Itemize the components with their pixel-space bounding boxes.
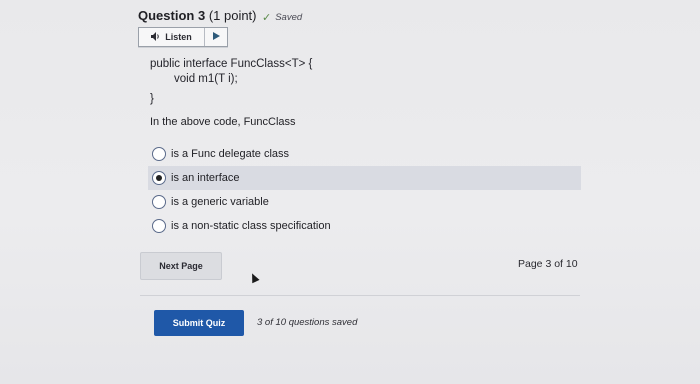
- saved-label: Saved: [275, 12, 303, 23]
- divider: [140, 295, 580, 296]
- speaker-icon: [151, 31, 161, 43]
- answer-option[interactable]: is a Func delegate class: [148, 142, 289, 166]
- option-label: is a generic variable: [171, 196, 269, 208]
- saved-count: 3 of 10 questions saved: [257, 317, 358, 328]
- radio-button[interactable]: [152, 147, 166, 161]
- question-title: Question 3: [138, 8, 206, 23]
- option-label: is an interface: [171, 172, 240, 184]
- next-page-button[interactable]: Next Page: [140, 252, 222, 280]
- code-block: public interface FuncClass<T> { void m1(…: [150, 57, 312, 107]
- radio-button[interactable]: [152, 195, 166, 209]
- code-line-1: public interface FuncClass<T> {: [150, 58, 313, 70]
- question-header: Question 3 (1 point): [138, 8, 257, 23]
- listen-control: Listen: [138, 27, 228, 47]
- check-icon: ✓: [262, 12, 272, 24]
- radio-button[interactable]: [152, 219, 166, 233]
- code-line-2: void m1(T i);: [174, 73, 238, 85]
- answer-option[interactable]: is a non-static class specification: [148, 214, 331, 238]
- listen-button[interactable]: Listen: [139, 28, 205, 46]
- saved-status: ✓ Saved: [262, 11, 302, 24]
- page-indicator: Page 3 of 10: [518, 258, 578, 270]
- radio-button-selected[interactable]: [152, 171, 166, 185]
- code-line-3: }: [150, 93, 154, 105]
- question-prompt: In the above code, FuncClass: [150, 116, 296, 128]
- option-label: is a Func delegate class: [171, 148, 290, 160]
- submit-quiz-button[interactable]: Submit Quiz: [154, 310, 244, 336]
- play-button[interactable]: [205, 28, 227, 46]
- option-label: is a non-static class specification: [171, 220, 331, 232]
- play-icon: [212, 32, 220, 42]
- mouse-cursor-icon: [248, 271, 260, 284]
- listen-label: Listen: [165, 32, 192, 42]
- answer-option[interactable]: is a generic variable: [148, 190, 269, 214]
- question-points: (1 point): [208, 8, 257, 23]
- answer-option-selected[interactable]: is an interface: [148, 166, 581, 190]
